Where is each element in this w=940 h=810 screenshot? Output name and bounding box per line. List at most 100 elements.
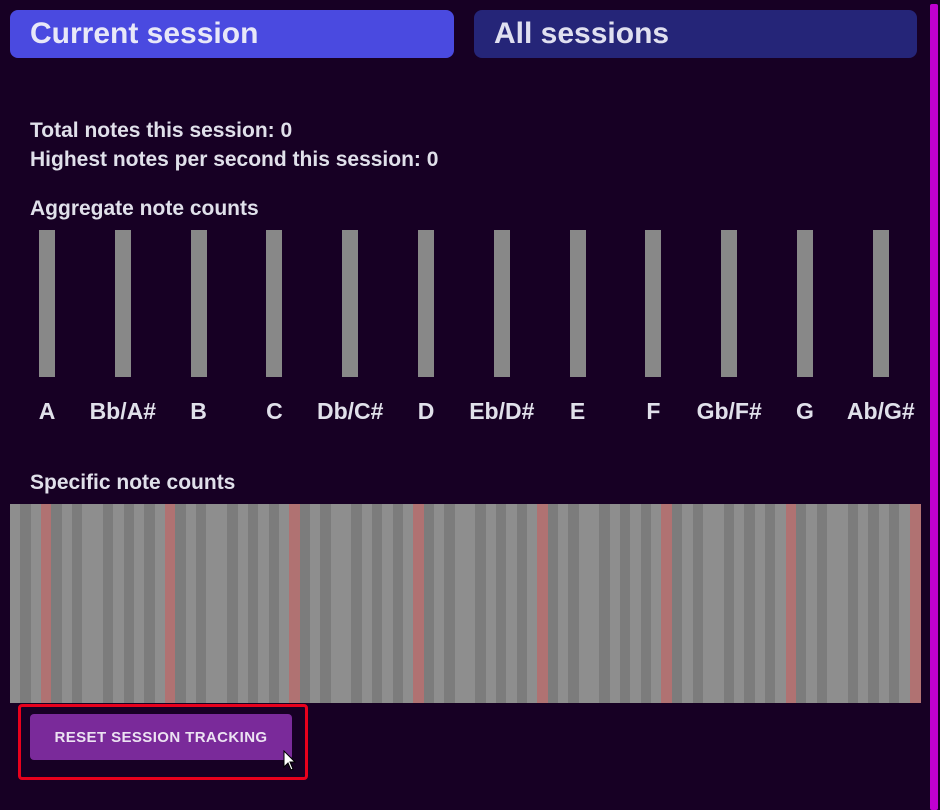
specific-key-24 (258, 504, 270, 703)
specific-key-45 (475, 504, 487, 703)
total-notes-text: Total notes this session: 0 (30, 119, 293, 142)
specific-key-60 (630, 504, 642, 703)
specific-key-9 (103, 504, 114, 703)
specific-key-39 (413, 504, 425, 703)
specific-key-28 (299, 504, 311, 703)
aggregate-title: Aggregate note counts (30, 197, 259, 220)
specific-key-52 (547, 504, 559, 703)
specific-key-36 (382, 504, 394, 703)
specific-key-82 (857, 504, 869, 703)
specific-key-7 (82, 504, 94, 703)
specific-key-20 (216, 504, 228, 703)
specific-key-35 (371, 504, 383, 703)
specific-key-62 (651, 504, 663, 703)
aggregate-bar-6 (493, 230, 510, 377)
specific-key-41 (433, 504, 445, 703)
aggregate-bar-2 (190, 230, 207, 377)
specific-key-54 (568, 504, 580, 703)
aggregate-bar-8 (645, 230, 662, 377)
specific-key-25 (268, 504, 280, 703)
specific-key-37 (392, 504, 404, 703)
specific-key-59 (620, 504, 632, 703)
tab-current-session[interactable]: Current session (10, 10, 454, 58)
specific-key-30 (320, 504, 332, 703)
specific-title: Specific note counts (30, 471, 236, 494)
specific-note-counts-strip (10, 504, 921, 703)
specific-key-11 (123, 504, 135, 703)
specific-key-80 (837, 504, 849, 703)
specific-key-19 (206, 504, 218, 703)
specific-key-49 (516, 504, 528, 703)
specific-key-12 (134, 504, 146, 703)
specific-key-85 (888, 504, 900, 703)
specific-key-0 (10, 504, 21, 703)
reset-session-tracking-button[interactable]: RESET SESSION TRACKING (30, 714, 292, 760)
specific-key-56 (589, 504, 601, 703)
specific-key-63 (661, 504, 673, 703)
specific-key-4 (51, 504, 63, 703)
specific-key-33 (351, 504, 363, 703)
specific-key-55 (578, 504, 590, 703)
scrollbar-thumb[interactable] (930, 4, 938, 810)
specific-key-66 (692, 504, 704, 703)
specific-key-15 (165, 504, 177, 703)
specific-key-46 (485, 504, 497, 703)
specific-key-26 (278, 504, 290, 703)
specific-key-58 (609, 504, 621, 703)
aggregate-label-11: Ab/G# (846, 398, 915, 424)
tab-all-sessions[interactable]: All sessions (474, 10, 917, 58)
aggregate-bar-5 (418, 230, 434, 377)
specific-key-68 (713, 504, 725, 703)
aggregate-bar-3 (266, 230, 283, 377)
specific-key-10 (113, 504, 125, 703)
specific-key-57 (599, 504, 611, 703)
specific-key-75 (785, 504, 797, 703)
specific-key-84 (878, 504, 890, 703)
specific-key-77 (806, 504, 818, 703)
specific-key-22 (237, 504, 249, 703)
specific-key-13 (144, 504, 156, 703)
specific-key-42 (444, 504, 456, 703)
specific-key-71 (744, 504, 756, 703)
aggregate-bar-10 (797, 230, 813, 377)
specific-key-81 (847, 504, 859, 703)
specific-key-27 (289, 504, 301, 703)
specific-key-1 (20, 504, 32, 703)
highest-nps-text: Highest notes per second this session: 0 (30, 148, 439, 171)
reset-button-label: RESET SESSION TRACKING (54, 728, 268, 746)
specific-key-23 (247, 504, 259, 703)
aggregate-bar-11 (872, 230, 889, 377)
scrollbar[interactable] (928, 0, 940, 810)
specific-key-6 (72, 504, 83, 703)
specific-key-79 (826, 504, 838, 703)
specific-key-31 (330, 504, 342, 703)
specific-key-67 (702, 504, 714, 703)
specific-key-73 (764, 504, 776, 703)
specific-key-21 (227, 504, 239, 703)
specific-key-51 (537, 504, 549, 703)
specific-key-8 (92, 504, 104, 703)
specific-key-29 (309, 504, 321, 703)
specific-key-2 (30, 504, 42, 703)
specific-key-40 (423, 504, 435, 703)
specific-key-78 (816, 504, 828, 703)
specific-key-83 (868, 504, 880, 703)
specific-key-50 (527, 504, 538, 703)
tab-current-session-label: Current session (30, 17, 259, 50)
specific-key-32 (340, 504, 352, 703)
specific-key-76 (795, 504, 807, 703)
specific-key-53 (558, 504, 569, 703)
specific-key-48 (506, 504, 518, 703)
aggregate-bar-0 (39, 230, 55, 377)
specific-key-69 (723, 504, 735, 703)
specific-key-3 (41, 504, 52, 703)
specific-key-38 (402, 504, 414, 703)
specific-key-70 (733, 504, 745, 703)
specific-key-16 (175, 504, 187, 703)
specific-key-34 (361, 504, 373, 703)
mouse-cursor-icon (283, 750, 297, 771)
specific-key-43 (454, 504, 466, 703)
specific-key-18 (196, 504, 208, 703)
aggregate-bar-4 (342, 230, 359, 377)
specific-key-61 (640, 504, 652, 703)
